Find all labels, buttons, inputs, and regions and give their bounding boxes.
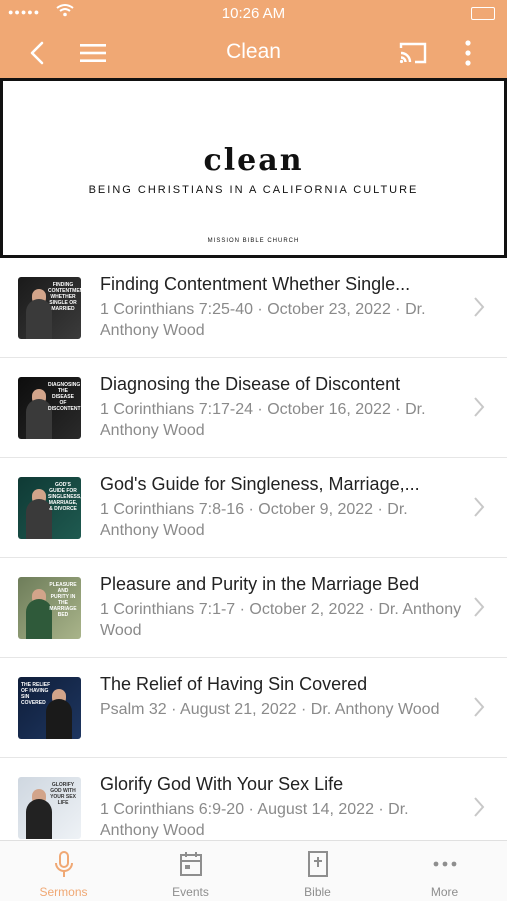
nav-bar: Clean — [0, 28, 507, 78]
chevron-right-icon — [474, 397, 485, 417]
cast-icon — [399, 42, 427, 64]
sermon-row[interactable]: PLEASURE AND PURITY IN THE MARRIAGE BED … — [0, 558, 507, 658]
status-bar: ●●●●● 10:26 AM — [0, 0, 507, 28]
tab-bible[interactable]: Bible — [254, 841, 381, 901]
sermon-row[interactable]: GOD'S GUIDE FOR SINGLENESS, MARRIAGE, & … — [0, 458, 507, 558]
chevron-right-icon — [474, 697, 485, 717]
sermon-thumbnail: PLEASURE AND PURITY IN THE MARRIAGE BED — [18, 577, 81, 639]
sermon-subtitle: 1 Corinthians 7:1-7 · October 2, 2022 · … — [100, 601, 462, 639]
microphone-icon — [0, 851, 127, 879]
bible-icon — [254, 851, 381, 879]
sermon-row[interactable]: FINDING CONTENTMENT WHETHER SINGLE OR MA… — [0, 258, 507, 358]
sermon-title: Finding Contentment Whether Single... — [100, 274, 411, 294]
sermon-subtitle: 1 Corinthians 7:8-16 · October 9, 2022 ·… — [100, 501, 408, 539]
banner-title: clean — [203, 143, 304, 178]
status-time: 10:26 AM — [221, 5, 286, 22]
battery-icon — [471, 7, 495, 20]
series-banner: clean BEING CHRISTIANS IN A CALIFORNIA C… — [0, 78, 507, 258]
sermon-row[interactable]: DIAGNOSING THE DISEASE OF DISCONTENT Dia… — [0, 358, 507, 458]
sermon-subtitle: 1 Corinthians 7:17-24 · October 16, 2022… — [100, 401, 426, 439]
cast-button[interactable] — [396, 36, 430, 70]
page-title: Clean — [226, 40, 281, 63]
sermon-title: God's Guide for Singleness, Marriage,... — [100, 474, 420, 494]
vertical-dots-icon — [465, 40, 471, 66]
chevron-right-icon — [474, 597, 485, 617]
sermon-thumbnail: DIAGNOSING THE DISEASE OF DISCONTENT — [18, 377, 81, 439]
sermon-row[interactable]: THE RELIEF OF HAVING SIN COVERED The Rel… — [0, 658, 507, 758]
sermon-thumbnail: THE RELIEF OF HAVING SIN COVERED — [18, 677, 81, 739]
chevron-right-icon — [474, 797, 485, 817]
sermon-list: FINDING CONTENTMENT WHETHER SINGLE OR MA… — [0, 258, 507, 858]
tab-more[interactable]: More — [381, 841, 507, 901]
sermon-thumbnail: GOD'S GUIDE FOR SINGLENESS, MARRIAGE, & … — [18, 477, 81, 539]
tab-bar: Sermons Events Bible More — [0, 840, 507, 901]
sermon-title: The Relief of Having Sin Covered — [100, 674, 368, 694]
banner-subtitle: BEING CHRISTIANS IN A CALIFORNIA CULTURE — [88, 184, 419, 196]
sermon-subtitle: 1 Corinthians 6:9-20 · August 14, 2022 ·… — [100, 801, 409, 839]
tab-events[interactable]: Events — [127, 841, 254, 901]
sermon-title: Diagnosing the Disease of Discontent — [100, 374, 401, 394]
more-dots-icon — [381, 851, 507, 879]
chevron-right-icon — [474, 497, 485, 517]
chevron-right-icon — [474, 297, 485, 317]
sermon-subtitle: 1 Corinthians 7:25-40 · October 23, 2022… — [100, 301, 426, 339]
sermon-title: Pleasure and Purity in the Marriage Bed — [100, 574, 420, 594]
sermon-title: Glorify God With Your Sex Life — [100, 774, 344, 794]
tab-sermons[interactable]: Sermons — [0, 841, 127, 901]
calendar-icon — [127, 851, 254, 879]
sermon-thumbnail: FINDING CONTENTMENT WHETHER SINGLE OR MA… — [18, 277, 81, 339]
sermon-subtitle: Psalm 32 · August 21, 2022 · Dr. Anthony… — [100, 701, 440, 718]
banner-footer: MISSION BIBLE CHURCH — [207, 238, 300, 244]
more-options-button[interactable] — [451, 36, 485, 70]
sermon-thumbnail: GLORIFY GOD WITH YOUR SEX LIFE — [18, 777, 81, 839]
